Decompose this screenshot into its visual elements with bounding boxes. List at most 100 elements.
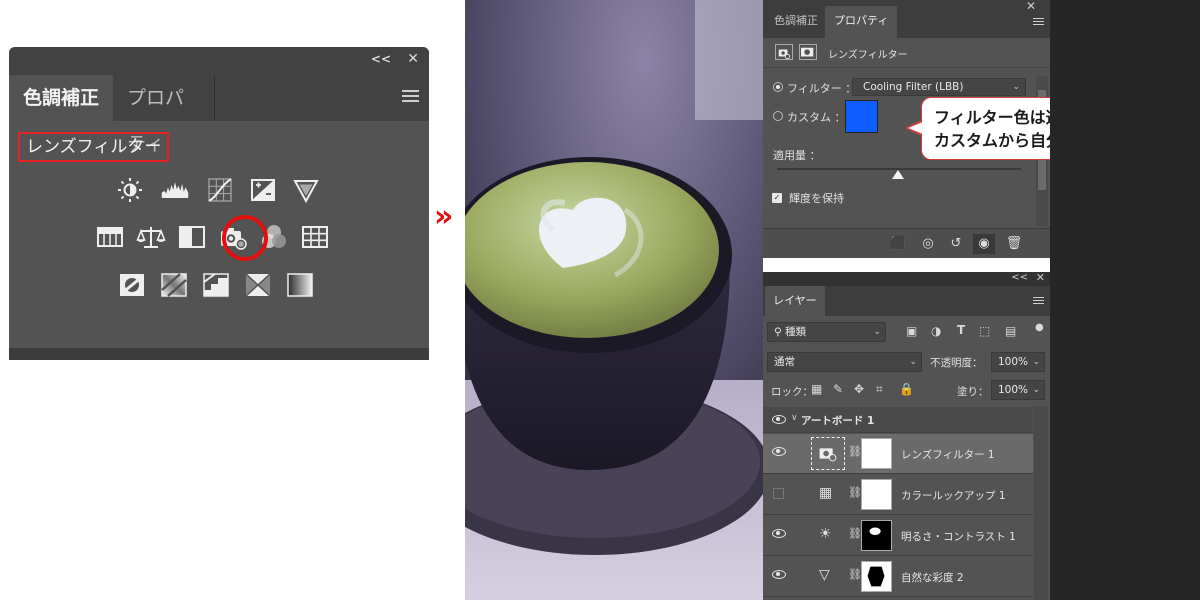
- close-icon[interactable]: ✕: [407, 51, 419, 67]
- selective-color-icon[interactable]: [243, 270, 273, 300]
- custom-radio[interactable]: [773, 111, 783, 121]
- custom-color-swatch[interactable]: [845, 100, 878, 133]
- photo-graphic: [465, 0, 763, 600]
- layer-mask-thumbnail[interactable]: [861, 438, 892, 469]
- visibility-eye-icon[interactable]: [772, 529, 786, 538]
- hue-saturation-icon[interactable]: [95, 222, 125, 252]
- view-previous-state-icon[interactable]: ◎: [917, 234, 939, 254]
- chevron-down-icon: ⌄: [1032, 357, 1040, 367]
- vibrance-icon[interactable]: [291, 175, 321, 205]
- layer-name: カラールックアップ 1: [901, 490, 1006, 502]
- close-icon[interactable]: ✕: [1036, 271, 1045, 284]
- delete-trash-icon[interactable]: 🗑: [1003, 234, 1025, 254]
- filter-toggle-icon[interactable]: ●: [1035, 322, 1044, 333]
- layer-mask-thumbnail[interactable]: [861, 479, 892, 510]
- opacity-input[interactable]: 100% ⌄: [991, 352, 1045, 372]
- layer-row[interactable]: ☀ ⛓ 明るさ・コントラスト 1: [763, 516, 1033, 556]
- layer-row[interactable]: ▽ ⛓ 自然な彩度 2: [763, 557, 1033, 597]
- adjustments-panel: << ✕ 色調補正 プロパティ レンズフィルター: [9, 47, 429, 360]
- gradient-map-icon[interactable]: [285, 270, 315, 300]
- tab-adjustments[interactable]: 色調補正: [9, 75, 113, 121]
- brightness-contrast-icon[interactable]: [115, 175, 145, 205]
- curves-icon[interactable]: [205, 175, 235, 205]
- chevron-down-icon[interactable]: ∨: [791, 413, 798, 423]
- black-white-icon[interactable]: [177, 222, 207, 252]
- chevron-down-icon: ⌄: [1032, 385, 1040, 395]
- threshold-icon[interactable]: [201, 270, 231, 300]
- color-balance-icon[interactable]: [136, 222, 166, 252]
- layer-group-name: アートボード 1: [801, 415, 875, 427]
- invert-icon[interactable]: [117, 270, 147, 300]
- filter-smart-object-icon[interactable]: ▤: [1005, 324, 1016, 338]
- link-chain-icon: ⛓: [848, 568, 862, 581]
- lock-artboard-icon[interactable]: ⌗: [876, 382, 883, 397]
- chevron-down-icon: ⌄: [873, 327, 881, 337]
- visibility-eye-icon[interactable]: ◉: [973, 234, 995, 254]
- layers-scrollbar[interactable]: [1034, 406, 1048, 600]
- tab-properties[interactable]: プロパティ: [113, 75, 215, 155]
- color-lookup-icon: ▦: [819, 485, 833, 501]
- mask-icon[interactable]: [799, 44, 817, 60]
- visibility-eye-icon[interactable]: [772, 415, 786, 424]
- lock-image-brush-icon[interactable]: ✎: [833, 382, 843, 396]
- fill-label: 塗り：: [957, 386, 989, 398]
- link-chain-icon: ⛓: [848, 445, 862, 458]
- color-lookup-icon[interactable]: [300, 222, 330, 252]
- filter-type-icon[interactable]: T: [957, 323, 965, 337]
- lock-transparent-icon[interactable]: ▦: [811, 382, 822, 396]
- opacity-value: 100%: [998, 356, 1029, 368]
- tab-layers[interactable]: レイヤー: [765, 286, 825, 316]
- panel-menu-icon[interactable]: [1033, 297, 1044, 306]
- collapse-icon[interactable]: <<: [371, 52, 391, 66]
- layer-mask-thumbnail[interactable]: [861, 520, 892, 551]
- vibrance-icon: ▽: [819, 567, 830, 583]
- layer-row[interactable]: ▦ ⛓ カラールックアップ 1: [763, 475, 1033, 515]
- layer-mask-thumbnail[interactable]: [861, 561, 892, 592]
- layer-kind-value: 種類: [785, 326, 807, 338]
- filter-shape-icon[interactable]: ⬚: [979, 324, 990, 338]
- panel-menu-icon[interactable]: [402, 90, 419, 105]
- link-chain-icon: ⛓: [848, 527, 862, 540]
- visibility-toggle-off[interactable]: [773, 488, 784, 499]
- panel-menu-icon[interactable]: [1033, 18, 1044, 27]
- layer-group-artboard[interactable]: ∨ アートボード 1: [763, 407, 1033, 433]
- reset-icon[interactable]: ↺: [945, 234, 967, 254]
- panel-titlebar: << ✕: [9, 47, 429, 75]
- clip-to-layer-icon[interactable]: ⬛: [887, 234, 909, 254]
- search-icon: ⚲: [774, 326, 786, 338]
- close-icon[interactable]: ✕: [1026, 0, 1036, 13]
- lock-all-padlock-icon[interactable]: 🔒: [899, 382, 914, 396]
- callout-tail-fill: [908, 121, 923, 134]
- link-chain-icon: ⛓: [848, 486, 862, 499]
- filter-select-value: Cooling Filter (LBB): [863, 81, 964, 93]
- collapse-icon[interactable]: <<: [1011, 272, 1028, 283]
- tab-properties[interactable]: プロパティ: [825, 6, 898, 38]
- levels-icon[interactable]: [158, 175, 192, 205]
- visibility-eye-icon[interactable]: [772, 570, 786, 579]
- filter-adjustment-icon[interactable]: ◑: [931, 324, 941, 338]
- filter-radio[interactable]: [773, 82, 783, 92]
- posterize-icon[interactable]: [159, 270, 189, 300]
- blend-mode-select[interactable]: 通常 ⌄: [767, 352, 922, 372]
- visibility-eye-icon[interactable]: [772, 447, 786, 456]
- layer-row[interactable]: ⛓ レンズフィルター 1: [763, 434, 1033, 474]
- fill-value: 100%: [998, 384, 1029, 396]
- photo-filter-icon[interactable]: [775, 44, 793, 60]
- exposure-icon[interactable]: [248, 175, 278, 205]
- layer-kind-filter[interactable]: ⚲ 種類 ⌄: [767, 322, 886, 342]
- lock-position-move-icon[interactable]: ✥: [854, 382, 864, 396]
- filter-select[interactable]: Cooling Filter (LBB) ⌄: [852, 78, 1026, 96]
- workspace-background: [1050, 0, 1200, 600]
- density-slider-thumb[interactable]: [892, 170, 904, 179]
- panel-resize-handle[interactable]: [9, 348, 429, 360]
- tutorial-image: << ✕ 色調補正 プロパティ レンズフィルター » ✕ 色調補正 プロパティ …: [0, 0, 1200, 600]
- fill-input[interactable]: 100% ⌄: [991, 380, 1045, 400]
- layer-name: 明るさ・コントラスト 1: [901, 531, 1016, 543]
- matcha-latte-photo: [465, 0, 763, 600]
- layers-panel: << ✕ レイヤー ⚲ 種類 ⌄ ▣ ◑ T ⬚ ▤ ● 通常 ⌄ 不透明度： …: [763, 271, 1050, 600]
- filter-pixel-icon[interactable]: ▣: [906, 324, 917, 338]
- tab-adjustments[interactable]: 色調補正: [765, 6, 827, 38]
- preserve-luminosity-checkbox[interactable]: ✓: [772, 193, 782, 203]
- adjustments-tabs: 色調補正 プロパティ: [9, 75, 429, 155]
- layers-tabs: レイヤー: [763, 286, 1050, 316]
